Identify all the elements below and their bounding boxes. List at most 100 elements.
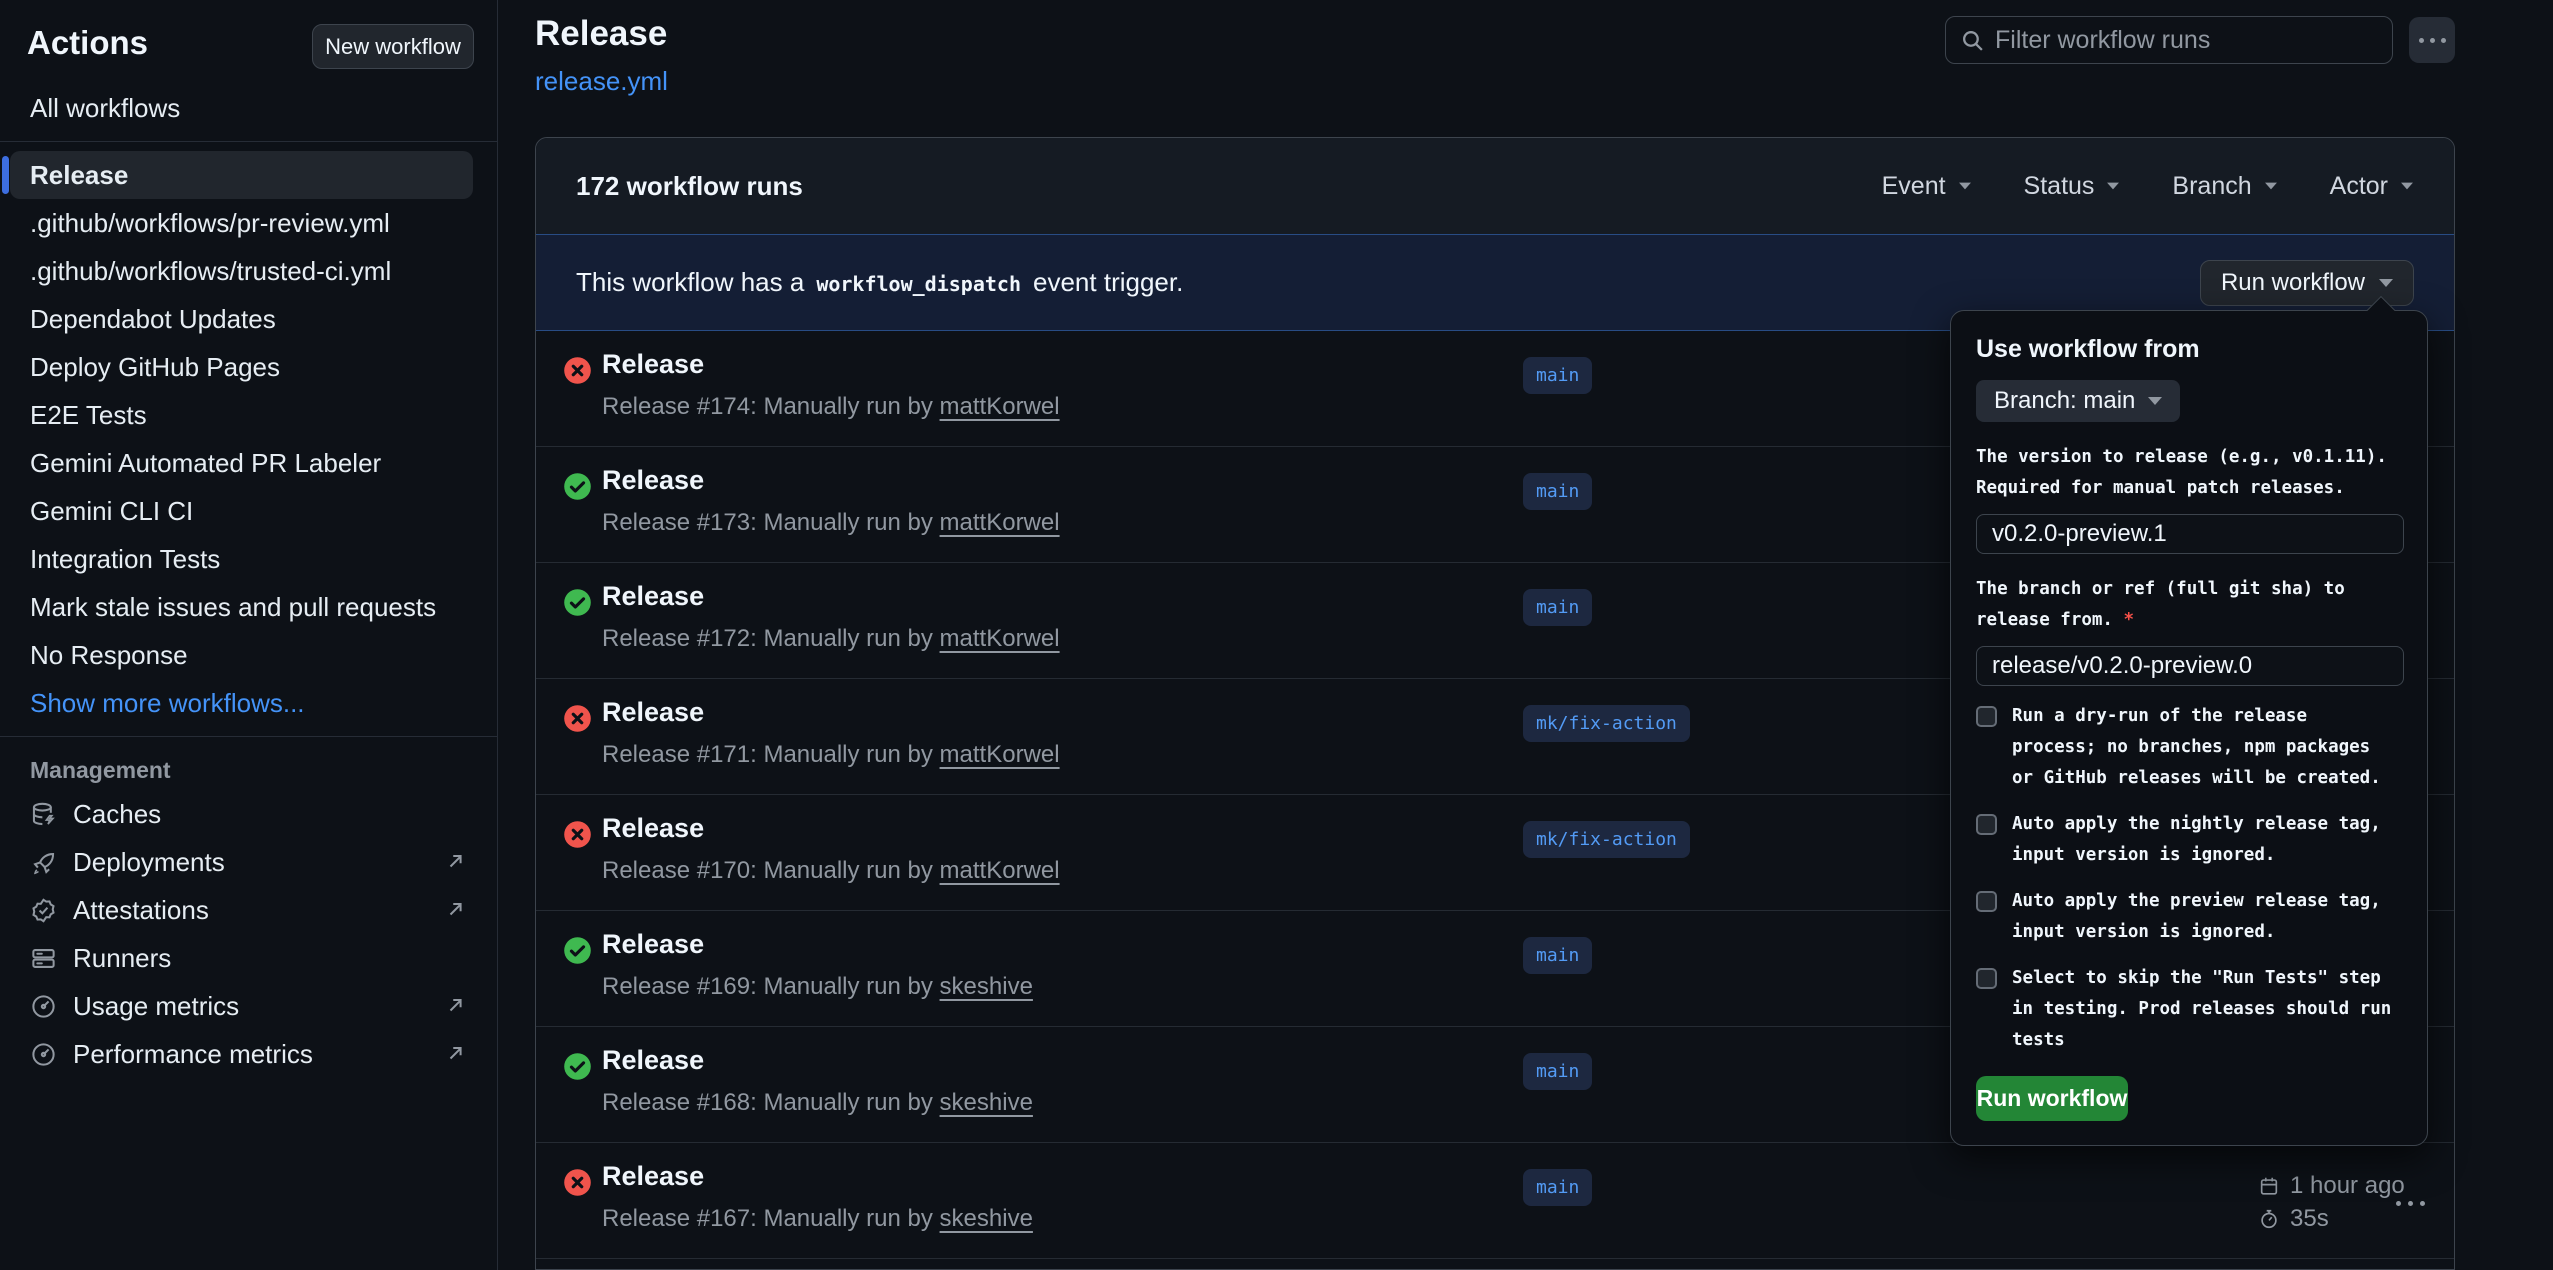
sidebar-item-caches[interactable]: Caches (0, 790, 497, 838)
actor-filter-dropdown[interactable]: Actor (2330, 172, 2414, 201)
nightly-tag-checkbox[interactable] (1976, 814, 1997, 835)
nightly-tag-checkbox-row: Auto apply the nightly release tag, inpu… (1976, 809, 2402, 871)
actor-link[interactable]: skeshive (940, 1205, 1033, 1232)
branch-selector-button[interactable]: Branch: main (1976, 380, 2180, 422)
sidebar-item-gemini-cli-ci[interactable]: Gemini CLI CI (0, 487, 497, 535)
search-icon (1960, 28, 1985, 53)
sidebar-item-e2e-tests[interactable]: E2E Tests (0, 391, 497, 439)
chevron-down-icon (2265, 183, 2277, 190)
run-title-link[interactable]: Release (602, 813, 704, 844)
branch-badge[interactable]: mk/fix-action (1523, 821, 1690, 858)
actor-link[interactable]: mattKorwel (940, 625, 1060, 652)
sidebar-item-mark-stale[interactable]: Mark stale issues and pull requests (0, 583, 497, 631)
preview-tag-checkbox[interactable] (1976, 891, 1997, 912)
show-more-workflows-link[interactable]: Show more workflows... (0, 679, 497, 727)
chevron-down-icon (2148, 397, 2162, 405)
chevron-down-icon (2107, 183, 2119, 190)
sidebar-item-runners[interactable]: Runners (0, 934, 497, 982)
run-workflow-submit-button[interactable]: Run workflow (1976, 1076, 2128, 1121)
version-input[interactable] (1976, 514, 2404, 554)
actor-link[interactable]: mattKorwel (940, 393, 1060, 420)
sidebar-item-label: Usage metrics (73, 991, 239, 1022)
actor-link[interactable]: skeshive (940, 973, 1033, 1000)
meter-icon (30, 1041, 57, 1068)
sidebar-item-usage-metrics[interactable]: Usage metrics (0, 982, 497, 1030)
sidebar-item-integration-tests[interactable]: Integration Tests (0, 535, 497, 583)
failure-icon (563, 356, 592, 385)
version-help-text: The version to release (e.g., v0.1.11). … (1976, 442, 2404, 504)
workflow-dispatch-code: workflow_dispatch (816, 272, 1021, 296)
failure-icon (563, 820, 592, 849)
actions-sidebar: Actions New workflow All workflows Relea… (0, 0, 498, 1270)
branch-badge[interactable]: main (1523, 589, 1592, 626)
dry-run-checkbox[interactable] (1976, 706, 1997, 727)
run-title-link[interactable]: Release (602, 349, 704, 380)
skip-tests-checkbox[interactable] (1976, 968, 1997, 989)
branch-badge[interactable]: main (1523, 937, 1592, 974)
new-workflow-button[interactable]: New workflow (312, 24, 474, 69)
filter-workflow-runs-box (1945, 16, 2393, 64)
run-title-link[interactable]: Release (602, 1161, 704, 1192)
event-filter-dropdown[interactable]: Event (1882, 172, 1972, 201)
branch-badge[interactable]: main (1523, 473, 1592, 510)
actor-link[interactable]: mattKorwel (940, 509, 1060, 536)
panel-title: Use workflow from (1976, 335, 2402, 364)
filter-workflow-runs-input[interactable] (1995, 26, 2378, 55)
run-title-link[interactable]: Release (602, 697, 704, 728)
sidebar-item-label: Performance metrics (73, 1039, 313, 1070)
run-title-link[interactable]: Release (602, 581, 704, 612)
sidebar-item-dependabot-updates[interactable]: Dependabot Updates (0, 295, 497, 343)
runs-card-header: 172 workflow runs Event Status Branch Ac… (536, 138, 2454, 234)
rocket-icon (30, 849, 57, 876)
sidebar-item-no-response[interactable]: No Response (0, 631, 497, 679)
workflow-list: All workflows Release .github/workflows/… (0, 84, 497, 1078)
actor-link[interactable]: skeshive (940, 1089, 1033, 1116)
run-title-link[interactable]: Release (602, 929, 704, 960)
status-filter-dropdown[interactable]: Status (2024, 172, 2121, 201)
workflow-file-link[interactable]: release.yml (535, 66, 668, 97)
workflow-options-kebab-button[interactable] (2409, 17, 2455, 63)
sidebar-item-all-workflows[interactable]: All workflows (0, 84, 497, 132)
run-meta: 1 hour ago 35s (2258, 1169, 2405, 1235)
kebab-horizontal-icon (2396, 1201, 2401, 1206)
workflow-runs-count: 172 workflow runs (576, 171, 803, 202)
sidebar-item-label: Attestations (73, 895, 209, 926)
banner-text: This workflow has a workflow_dispatch ev… (576, 267, 1183, 298)
sidebar-divider (0, 141, 497, 142)
run-title-link[interactable]: Release (602, 1045, 704, 1076)
branch-filter-dropdown[interactable]: Branch (2172, 172, 2277, 201)
success-icon (563, 1052, 592, 1081)
required-marker: * (2124, 610, 2135, 630)
run-options-kebab-button[interactable] (2396, 1201, 2425, 1206)
actor-link[interactable]: mattKorwel (940, 857, 1060, 884)
ref-input[interactable] (1976, 646, 2404, 686)
kebab-horizontal-icon (2419, 38, 2424, 43)
stopwatch-icon (2258, 1208, 2280, 1230)
calendar-icon (2258, 1175, 2280, 1197)
chevron-down-icon (2379, 279, 2393, 287)
run-title-link[interactable]: Release (602, 465, 704, 496)
management-section-header: Management (0, 746, 497, 790)
sidebar-item-trusted-ci[interactable]: .github/workflows/trusted-ci.yml (0, 247, 497, 295)
sidebar-item-deployments[interactable]: Deployments (0, 838, 497, 886)
failure-icon (563, 1168, 592, 1197)
chevron-down-icon (1959, 183, 1971, 190)
branch-badge[interactable]: main (1523, 357, 1592, 394)
branch-badge[interactable]: mk/fix-action (1523, 705, 1690, 742)
run-duration: 35s (2290, 1205, 2329, 1233)
sidebar-item-pr-review[interactable]: .github/workflows/pr-review.yml (0, 199, 497, 247)
chevron-down-icon (2401, 183, 2413, 190)
preview-tag-checkbox-row: Auto apply the preview release tag, inpu… (1976, 886, 2402, 948)
workflow-run-row: Release Release #167: Manually run by sk… (536, 1143, 2454, 1259)
branch-badge[interactable]: main (1523, 1169, 1592, 1206)
server-icon (30, 945, 57, 972)
sidebar-item-release[interactable]: Release (0, 151, 497, 199)
sidebar-item-attestations[interactable]: Attestations (0, 886, 497, 934)
external-link-icon (445, 850, 467, 872)
branch-badge[interactable]: main (1523, 1053, 1592, 1090)
actor-link[interactable]: mattKorwel (940, 741, 1060, 768)
sidebar-item-performance-metrics[interactable]: Performance metrics (0, 1030, 497, 1078)
sidebar-item-deploy-github-pages[interactable]: Deploy GitHub Pages (0, 343, 497, 391)
sidebar-item-gemini-pr-labeler[interactable]: Gemini Automated PR Labeler (0, 439, 497, 487)
success-icon (563, 588, 592, 617)
